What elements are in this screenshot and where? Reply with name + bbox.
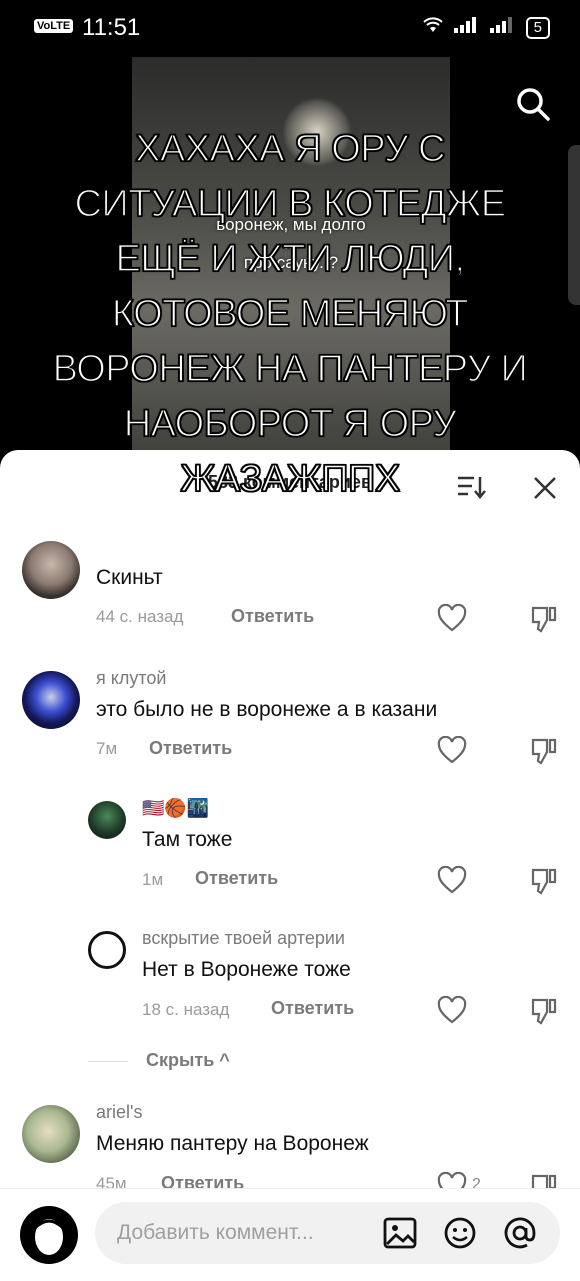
comment-text: Меняю пантеру на Воронеж	[96, 1132, 369, 1155]
comment-time: 7м	[96, 739, 118, 758]
reply-button[interactable]: Ответить	[231, 606, 314, 627]
comment-username[interactable]: ariel's	[96, 1102, 142, 1123]
dislike-icon[interactable]	[529, 736, 559, 766]
clock: 11:51	[82, 14, 141, 41]
close-icon[interactable]	[532, 475, 558, 501]
comment-username[interactable]: я клутой	[96, 668, 166, 689]
reply-button[interactable]: Ответить	[149, 738, 232, 759]
heart-icon[interactable]	[437, 995, 467, 1024]
comment-username[interactable]: вскрытие твоей артерии	[142, 928, 345, 949]
avatar[interactable]	[22, 1105, 80, 1163]
comment-time: 1м	[142, 870, 164, 889]
comment-item: Скиньт 44 с. назад Ответить	[0, 538, 580, 638]
comment-input[interactable]: Добавить коммент...	[95, 1202, 560, 1264]
volte-indicator: VoLTE	[34, 19, 74, 33]
heart-icon[interactable]	[437, 865, 467, 894]
comment-count: 583 комментариев	[207, 472, 373, 492]
dislike-icon[interactable]	[529, 604, 559, 634]
side-handle[interactable]	[568, 145, 580, 305]
video-player[interactable]: воронеж, мы долго... про сауну..?	[132, 57, 450, 477]
mention-icon[interactable]	[503, 1216, 537, 1250]
avatar[interactable]	[88, 931, 126, 969]
my-avatar[interactable]	[20, 1206, 78, 1264]
street-lamp-image	[282, 97, 352, 167]
dislike-icon[interactable]	[529, 996, 559, 1026]
hide-replies-row[interactable]: Скрыть ^	[88, 1050, 388, 1074]
comment-time: 44 с. назад	[96, 607, 184, 626]
battery-icon: 5	[525, 16, 550, 39]
comment-item: я клутой это было не в воронеже а в каза…	[0, 668, 580, 778]
comments-header: 583 комментариев	[0, 450, 580, 520]
reply-item: вскрытие твоей артерии Нет в Воронеже то…	[0, 928, 580, 1038]
comment-text: это было не в воронеже а в казани	[96, 698, 438, 721]
comments-sheet: 583 комментариев Скиньт 44 с. назад Отве…	[0, 450, 580, 1280]
avatar[interactable]	[22, 541, 80, 599]
status-bar: VoLTE 11:51 5	[0, 0, 580, 58]
search-icon[interactable]	[515, 86, 551, 122]
hide-replies-button[interactable]: Скрыть ^	[146, 1050, 230, 1071]
comment-text: Нет в Воронеже тоже	[142, 958, 351, 981]
comment-input-placeholder: Добавить коммент...	[117, 1221, 314, 1244]
status-icons: 5	[422, 16, 550, 39]
comment-time: 18 с. назад	[142, 1000, 230, 1019]
image-icon[interactable]	[383, 1216, 417, 1250]
signal-icon-2	[489, 17, 516, 38]
video-caption: воронеж, мы долго... про сауну..?	[216, 215, 366, 272]
heart-icon[interactable]	[437, 603, 467, 632]
comment-username[interactable]: 🇺🇸🏀🌃	[142, 798, 209, 819]
wifi-icon	[422, 16, 444, 39]
signal-icon	[453, 17, 480, 38]
avatar[interactable]	[22, 671, 80, 729]
heart-icon[interactable]	[437, 735, 467, 764]
comment-text: Там тоже	[142, 828, 233, 851]
reply-button[interactable]: Ответить	[271, 998, 354, 1019]
reply-item: 🇺🇸🏀🌃 Там тоже 1м Ответить	[0, 798, 580, 908]
sort-icon[interactable]	[456, 474, 486, 500]
avatar[interactable]	[88, 801, 126, 839]
comment-input-bar: Добавить коммент...	[0, 1188, 580, 1281]
comment-item: ariel's Меняю пантеру на Воронеж 45м Отв…	[0, 1102, 580, 1201]
emoji-icon[interactable]	[443, 1216, 477, 1250]
dislike-icon[interactable]	[529, 866, 559, 896]
divider	[88, 1061, 128, 1062]
reply-button[interactable]: Ответить	[195, 868, 278, 889]
comment-text: Скиньт	[96, 566, 163, 589]
